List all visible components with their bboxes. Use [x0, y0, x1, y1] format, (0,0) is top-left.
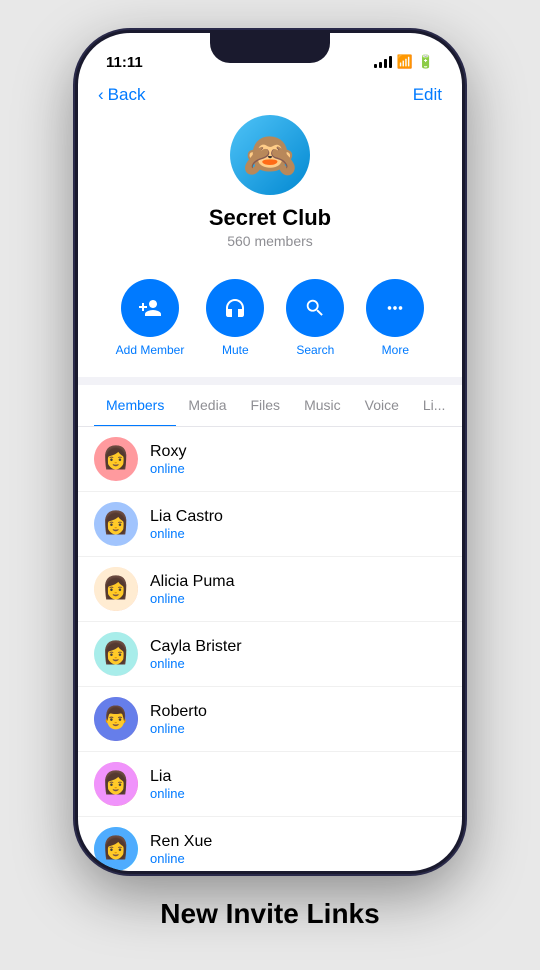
back-label: Back [108, 85, 146, 105]
member-info: Roberto online [150, 703, 207, 736]
group-name: Secret Club [209, 205, 331, 231]
list-item[interactable]: 👩 Lia Castro online [78, 492, 462, 557]
add-member-button[interactable]: Add Member [116, 279, 185, 357]
search-label: Search [296, 343, 334, 357]
member-name: Roxy [150, 443, 186, 461]
member-name: Cayla Brister [150, 638, 242, 656]
avatar: 👩 [94, 437, 138, 481]
more-button[interactable]: More [366, 279, 424, 357]
list-item[interactable]: 👨 Roberto online [78, 687, 462, 752]
member-status: online [150, 656, 242, 671]
mute-button[interactable]: Mute [206, 279, 264, 357]
battery-icon: 🔋 [418, 54, 434, 70]
nav-bar: ‹ Back Edit [78, 77, 462, 115]
page-wrapper: 11:11 📶 🔋 ‹ Back [0, 0, 540, 970]
profile-section: 🙈 Secret Club 560 members [78, 115, 462, 269]
members-list: 👩 Roxy online 👩 Lia Castro online [78, 427, 462, 871]
member-count: 560 members [227, 233, 313, 249]
mute-icon [223, 296, 247, 320]
avatar: 👩 [94, 502, 138, 546]
list-item[interactable]: 👩 Alicia Puma online [78, 557, 462, 622]
edit-button[interactable]: Edit [413, 85, 442, 105]
member-info: Lia online [150, 768, 185, 801]
add-member-label: Add Member [116, 343, 185, 357]
member-info: Lia Castro online [150, 508, 223, 541]
list-item[interactable]: 👩 Cayla Brister online [78, 622, 462, 687]
member-name: Lia Castro [150, 508, 223, 526]
svg-text:👩: 👩 [102, 640, 129, 665]
tab-music[interactable]: Music [292, 385, 353, 427]
member-name: Ren Xue [150, 833, 212, 851]
svg-text:👩: 👩 [102, 770, 129, 795]
search-icon [304, 297, 326, 319]
avatar: 👩 [94, 827, 138, 871]
more-icon-circle [366, 279, 424, 337]
tab-links[interactable]: Li... [411, 385, 458, 427]
avatar: 👨 [94, 697, 138, 741]
status-bar: 11:11 📶 🔋 [78, 33, 462, 77]
search-button[interactable]: Search [286, 279, 344, 357]
tabs-container: Members Media Files Music Voice Li... [78, 385, 462, 427]
member-status: online [150, 461, 186, 476]
group-avatar-emoji: 🙈 [243, 129, 298, 181]
member-status: online [150, 721, 207, 736]
member-name: Lia [150, 768, 185, 786]
phone-screen: 11:11 📶 🔋 ‹ Back [78, 33, 462, 871]
avatar: 👩 [94, 567, 138, 611]
section-divider [78, 377, 462, 385]
status-time: 11:11 [106, 54, 143, 71]
list-item[interactable]: 👩 Lia online [78, 752, 462, 817]
bottom-title: New Invite Links [160, 898, 379, 930]
avatar: 👩 [94, 762, 138, 806]
svg-text:👨: 👨 [102, 705, 129, 730]
member-name: Alicia Puma [150, 573, 234, 591]
member-info: Ren Xue online [150, 833, 212, 866]
more-label: More [382, 343, 409, 357]
member-status: online [150, 786, 185, 801]
search-icon-circle [286, 279, 344, 337]
tab-files[interactable]: Files [239, 385, 293, 427]
notch [210, 33, 330, 63]
action-buttons: Add Member Mute [78, 269, 462, 377]
svg-text:👩: 👩 [102, 835, 129, 860]
tab-voice[interactable]: Voice [353, 385, 411, 427]
add-member-icon-circle [121, 279, 179, 337]
list-item[interactable]: 👩 Roxy online [78, 427, 462, 492]
status-icons: 📶 🔋 [374, 54, 434, 70]
group-avatar: 🙈 [230, 115, 310, 195]
tab-media[interactable]: Media [176, 385, 238, 427]
avatar: 👩 [94, 632, 138, 676]
member-name: Roberto [150, 703, 207, 721]
chevron-left-icon: ‹ [98, 85, 104, 105]
wifi-icon: 📶 [397, 54, 413, 70]
tab-members[interactable]: Members [94, 385, 176, 427]
svg-text:👩: 👩 [102, 575, 129, 600]
member-info: Cayla Brister online [150, 638, 242, 671]
member-status: online [150, 591, 234, 606]
mute-icon-circle [206, 279, 264, 337]
more-icon [384, 297, 406, 319]
signal-icon [374, 56, 392, 68]
back-button[interactable]: ‹ Back [98, 85, 145, 105]
member-info: Roxy online [150, 443, 186, 476]
member-status: online [150, 851, 212, 866]
list-item[interactable]: 👩 Ren Xue online [78, 817, 462, 871]
svg-text:👩: 👩 [102, 510, 129, 535]
add-member-icon [138, 296, 162, 320]
svg-text:👩: 👩 [102, 445, 129, 470]
member-status: online [150, 526, 223, 541]
phone-frame: 11:11 📶 🔋 ‹ Back [75, 30, 465, 874]
mute-label: Mute [222, 343, 249, 357]
member-info: Alicia Puma online [150, 573, 234, 606]
